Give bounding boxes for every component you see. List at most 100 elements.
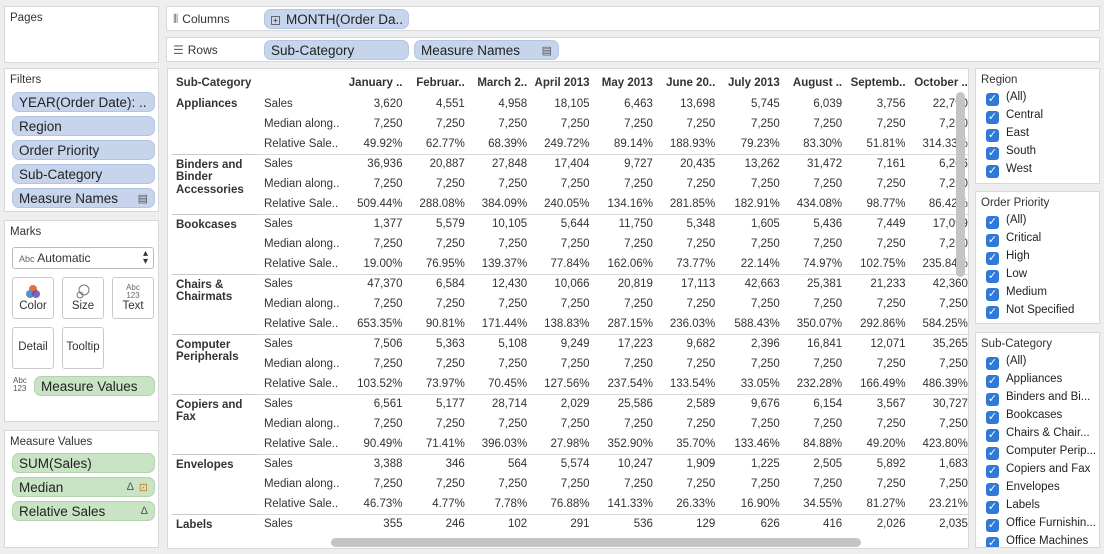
columns-shelf[interactable]: ⦀ Columns + MONTH(Order Da.. (166, 6, 1100, 31)
checkbox-checked-icon[interactable]: ✓ (986, 252, 999, 265)
sub-category-option[interactable]: ✓ Copiers and Fax (986, 463, 1090, 480)
sub-category-option[interactable]: ✓ Bookcases (986, 409, 1062, 426)
value-cell[interactable]: 102.75% (848, 254, 911, 274)
crosstab-view[interactable]: Sub-Category January .. Februar.. March … (167, 68, 969, 549)
value-cell[interactable]: 653.35% (345, 314, 408, 334)
region-option[interactable]: ✓ Central (986, 109, 1043, 126)
measure-pill-sum-sales[interactable]: SUM(Sales) (12, 453, 155, 473)
vertical-scrollbar[interactable] (956, 92, 965, 277)
checkbox-checked-icon[interactable]: ✓ (986, 288, 999, 301)
value-cell[interactable]: 249.72% (533, 134, 595, 154)
value-cell[interactable]: 5,177 (408, 393, 471, 414)
value-cell[interactable]: 10,066 (533, 273, 596, 294)
order-priority-option[interactable]: ✓ Critical (986, 232, 1041, 249)
value-cell[interactable]: 7,250 (596, 234, 659, 254)
sub-category-option[interactable]: ✓ Envelopes (986, 481, 1060, 498)
measure-name-cell[interactable]: Relative Sale.. (258, 314, 345, 334)
value-cell[interactable]: 292.86% (848, 314, 911, 334)
value-cell[interactable]: 77.84% (533, 254, 595, 274)
checkbox-checked-icon[interactable]: ✓ (986, 129, 999, 142)
value-cell[interactable]: 7,250 (596, 474, 659, 494)
value-cell[interactable]: 7,250 (533, 354, 595, 374)
value-cell[interactable]: 34.55% (786, 494, 848, 514)
value-cell[interactable]: 31,472 (785, 153, 849, 174)
value-cell[interactable]: 10,105 (470, 213, 534, 234)
value-cell[interactable]: 20,887 (408, 153, 471, 174)
value-cell[interactable]: 76.88% (533, 494, 595, 514)
mark-type-dropdown[interactable]: Abc Automatic ▴ ▾ (12, 247, 154, 269)
horizontal-scrollbar[interactable] (331, 538, 861, 547)
checkbox-checked-icon[interactable]: ✓ (986, 270, 999, 283)
value-cell[interactable]: 7,250 (786, 354, 848, 374)
value-cell[interactable]: 4.77% (408, 494, 470, 514)
sub-category-header[interactable]: Computer Peripherals (172, 333, 258, 394)
value-cell[interactable]: 7,250 (596, 174, 659, 194)
value-cell[interactable]: 281.85% (659, 194, 721, 214)
tooltip-button[interactable]: Tooltip (62, 327, 104, 369)
value-cell[interactable]: 423.80% (912, 434, 968, 454)
value-cell[interactable]: 7,250 (533, 414, 595, 434)
checkbox-checked-icon[interactable]: ✓ (986, 111, 999, 124)
filter-pill-region[interactable]: Region (12, 116, 155, 136)
checkbox-checked-icon[interactable]: ✓ (986, 375, 999, 388)
value-cell[interactable]: 30,727 (911, 393, 968, 414)
value-cell[interactable]: 84.88% (786, 434, 848, 454)
value-cell[interactable]: 7,250 (533, 294, 595, 314)
value-cell[interactable]: 1,605 (721, 213, 786, 234)
value-cell[interactable]: 1,683 (911, 453, 968, 474)
value-cell[interactable]: 2,029 (533, 393, 596, 414)
detail-button[interactable]: Detail (12, 327, 54, 369)
sub-category-header[interactable]: Envelopes (172, 453, 258, 514)
checkbox-checked-icon[interactable]: ✓ (986, 519, 999, 532)
sub-category-header[interactable]: Labels (172, 513, 258, 534)
value-cell[interactable]: 5,892 (848, 453, 912, 474)
checkbox-checked-icon[interactable]: ✓ (986, 306, 999, 319)
value-cell[interactable]: 13,262 (721, 153, 786, 174)
value-cell[interactable]: 346 (408, 453, 471, 474)
order-priority-option[interactable]: ✓ High (986, 250, 1030, 267)
value-cell[interactable]: 3,620 (345, 94, 408, 114)
value-cell[interactable]: 6,584 (408, 273, 471, 294)
value-cell[interactable]: 79.23% (721, 134, 786, 154)
value-cell[interactable]: 141.33% (596, 494, 659, 514)
value-cell[interactable]: 384.09% (471, 194, 533, 214)
value-cell[interactable]: 12,430 (470, 273, 534, 294)
value-cell[interactable]: 7,250 (408, 234, 470, 254)
value-cell[interactable]: 416 (785, 513, 849, 534)
value-cell[interactable]: 7,250 (848, 354, 911, 374)
value-cell[interactable]: 9,727 (595, 153, 659, 174)
value-cell[interactable]: 2,396 (721, 333, 786, 354)
value-cell[interactable]: 73.97% (408, 374, 470, 394)
header-month[interactable]: March 2.. (471, 71, 533, 94)
value-cell[interactable]: 355 (345, 513, 409, 534)
header-sub-category[interactable]: Sub-Category (172, 71, 345, 94)
measure-name-cell[interactable]: Median along.. (258, 474, 345, 494)
value-cell[interactable]: 7,250 (408, 114, 470, 134)
value-cell[interactable]: 73.77% (659, 254, 721, 274)
region-option[interactable]: ✓ West (986, 163, 1032, 180)
measure-values-pill[interactable]: Measure Values (34, 376, 155, 396)
value-cell[interactable]: 6,463 (596, 94, 659, 114)
value-cell[interactable]: 7,250 (345, 294, 408, 314)
order-priority-option[interactable]: ✓ (All) (986, 214, 1026, 231)
value-cell[interactable]: 35.70% (659, 434, 721, 454)
value-cell[interactable]: 90.49% (345, 434, 408, 454)
checkbox-checked-icon[interactable]: ✓ (986, 429, 999, 442)
value-cell[interactable]: 36,936 (345, 153, 409, 174)
value-cell[interactable]: 3,388 (345, 453, 409, 474)
value-cell[interactable]: 486.39% (912, 374, 968, 394)
value-cell[interactable]: 536 (595, 513, 659, 534)
value-cell[interactable]: 51.81% (848, 134, 911, 154)
measure-pill-median[interactable]: Median Δ ⊡ (12, 477, 155, 497)
value-cell[interactable]: 134.16% (596, 194, 659, 214)
value-cell[interactable]: 98.77% (848, 194, 911, 214)
pages-card[interactable]: Pages (4, 6, 159, 63)
value-cell[interactable]: 7,250 (408, 354, 470, 374)
value-cell[interactable]: 71.41% (408, 434, 470, 454)
value-cell[interactable]: 291 (533, 513, 596, 534)
value-cell[interactable]: 287.15% (596, 314, 659, 334)
checkbox-checked-icon[interactable]: ✓ (986, 483, 999, 496)
value-cell[interactable]: 5,574 (533, 453, 596, 474)
checkbox-checked-icon[interactable]: ✓ (986, 537, 999, 547)
measure-name-cell[interactable]: Sales (258, 453, 346, 474)
